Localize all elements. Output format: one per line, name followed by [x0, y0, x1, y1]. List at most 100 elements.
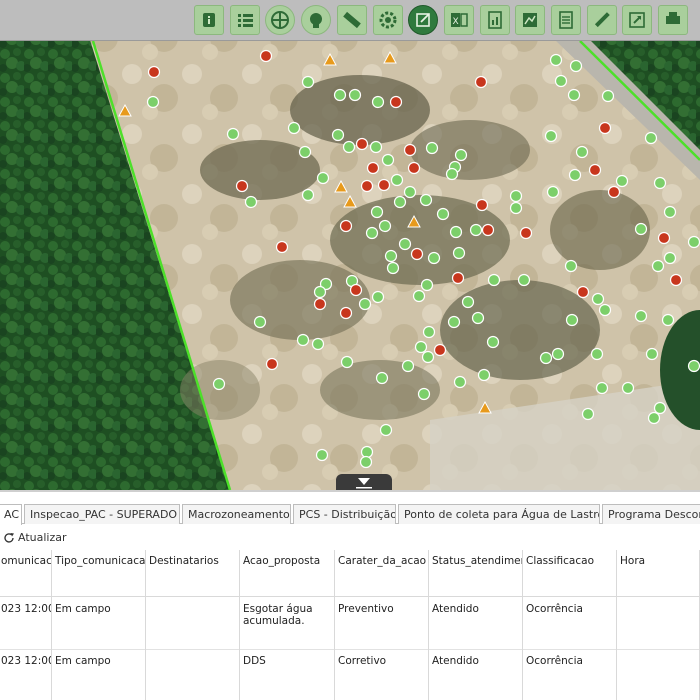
edit-button[interactable]	[408, 5, 439, 35]
green-marker-icon[interactable]	[386, 261, 400, 275]
red-marker-icon[interactable]	[339, 306, 353, 320]
green-marker-icon[interactable]	[554, 74, 568, 88]
red-marker-icon[interactable]	[433, 343, 447, 357]
green-marker-icon[interactable]	[375, 371, 389, 385]
green-marker-icon[interactable]	[244, 195, 258, 209]
red-marker-icon[interactable]	[403, 143, 417, 157]
green-marker-icon[interactable]	[634, 222, 648, 236]
red-marker-icon[interactable]	[349, 283, 363, 297]
red-marker-icon[interactable]	[657, 231, 671, 245]
green-marker-icon[interactable]	[311, 337, 325, 351]
red-marker-icon[interactable]	[377, 178, 391, 192]
green-marker-icon[interactable]	[253, 315, 267, 329]
excel-button[interactable]: X	[443, 5, 474, 35]
green-marker-icon[interactable]	[365, 226, 379, 240]
green-marker-icon[interactable]	[447, 315, 461, 329]
green-marker-icon[interactable]	[287, 121, 301, 135]
layers-button[interactable]	[265, 5, 296, 35]
green-marker-icon[interactable]	[445, 167, 459, 181]
green-marker-icon[interactable]	[333, 88, 347, 102]
print-button[interactable]	[658, 5, 689, 35]
green-marker-icon[interactable]	[564, 259, 578, 273]
green-marker-icon[interactable]	[315, 448, 329, 462]
green-marker-icon[interactable]	[403, 185, 417, 199]
green-marker-icon[interactable]	[226, 127, 240, 141]
green-marker-icon[interactable]	[663, 251, 677, 265]
green-marker-icon[interactable]	[393, 195, 407, 209]
green-marker-icon[interactable]	[371, 290, 385, 304]
green-marker-icon[interactable]	[371, 95, 385, 109]
map-view[interactable]	[0, 0, 700, 490]
tab-3[interactable]: PCS - Distribuição	[293, 504, 396, 524]
green-marker-icon[interactable]	[590, 347, 604, 361]
red-marker-icon[interactable]	[235, 179, 249, 193]
green-marker-icon[interactable]	[477, 368, 491, 382]
column-header[interactable]: Tipo_comunicaca	[52, 550, 146, 597]
table-cell[interactable]: Corretivo	[335, 649, 429, 700]
tab-4[interactable]: Ponto de coleta para Água de Lastro	[398, 504, 600, 524]
green-marker-icon[interactable]	[539, 351, 553, 365]
green-marker-icon[interactable]	[146, 95, 160, 109]
green-marker-icon[interactable]	[644, 131, 658, 145]
tab-5[interactable]: Programa Descon	[602, 504, 700, 524]
table-cell[interactable]: 023 12:00	[0, 649, 52, 700]
green-marker-icon[interactable]	[621, 381, 635, 395]
table-cell[interactable]	[617, 649, 700, 700]
red-marker-icon[interactable]	[474, 75, 488, 89]
green-marker-icon[interactable]	[663, 205, 677, 219]
green-marker-icon[interactable]	[549, 53, 563, 67]
green-marker-icon[interactable]	[471, 311, 485, 325]
column-header[interactable]: omunicaca	[0, 550, 52, 597]
red-marker-icon[interactable]	[265, 357, 279, 371]
green-marker-icon[interactable]	[381, 153, 395, 167]
green-marker-icon[interactable]	[509, 201, 523, 215]
table-cell[interactable]	[146, 649, 240, 700]
report-button[interactable]	[479, 5, 510, 35]
table-cell[interactable]: Ocorrência	[523, 597, 617, 649]
red-marker-icon[interactable]	[360, 179, 374, 193]
red-marker-icon[interactable]	[355, 137, 369, 151]
green-marker-icon[interactable]	[551, 347, 565, 361]
red-marker-icon[interactable]	[389, 95, 403, 109]
red-marker-icon[interactable]	[275, 240, 289, 254]
green-marker-icon[interactable]	[509, 189, 523, 203]
table-cell[interactable]	[617, 597, 700, 649]
red-marker-icon[interactable]	[481, 223, 495, 237]
green-marker-icon[interactable]	[417, 387, 431, 401]
green-marker-icon[interactable]	[453, 375, 467, 389]
green-marker-icon[interactable]	[461, 295, 475, 309]
red-marker-icon[interactable]	[410, 247, 424, 261]
settings-button[interactable]	[372, 5, 403, 35]
green-marker-icon[interactable]	[653, 401, 667, 415]
green-marker-icon[interactable]	[301, 75, 315, 89]
green-marker-icon[interactable]	[436, 207, 450, 221]
column-header[interactable]: Carater_da_acao	[335, 550, 429, 597]
green-marker-icon[interactable]	[486, 335, 500, 349]
red-marker-icon[interactable]	[607, 185, 621, 199]
draw-button[interactable]	[586, 5, 617, 35]
table-cell[interactable]: Esgotar água acumulada.	[240, 597, 335, 649]
green-marker-icon[interactable]	[651, 259, 665, 273]
green-marker-icon[interactable]	[414, 340, 428, 354]
table-cell[interactable]: Ocorrência	[523, 649, 617, 700]
table-cell[interactable]: DDS	[240, 649, 335, 700]
red-marker-icon[interactable]	[339, 219, 353, 233]
green-marker-icon[interactable]	[598, 303, 612, 317]
green-marker-icon[interactable]	[422, 325, 436, 339]
red-marker-icon[interactable]	[475, 198, 489, 212]
panel-collapse-handle[interactable]	[336, 474, 392, 490]
green-marker-icon[interactable]	[427, 251, 441, 265]
tab-0[interactable]: AC	[0, 504, 22, 525]
green-marker-icon[interactable]	[569, 59, 583, 73]
green-marker-icon[interactable]	[358, 297, 372, 311]
green-marker-icon[interactable]	[342, 140, 356, 154]
green-marker-icon[interactable]	[369, 140, 383, 154]
table-cell[interactable]	[146, 597, 240, 649]
green-marker-icon[interactable]	[595, 381, 609, 395]
green-marker-icon[interactable]	[653, 176, 667, 190]
identify-button[interactable]	[194, 5, 224, 35]
green-marker-icon[interactable]	[565, 313, 579, 327]
red-marker-icon[interactable]	[598, 121, 612, 135]
green-marker-icon[interactable]	[575, 145, 589, 159]
green-marker-icon[interactable]	[517, 273, 531, 287]
